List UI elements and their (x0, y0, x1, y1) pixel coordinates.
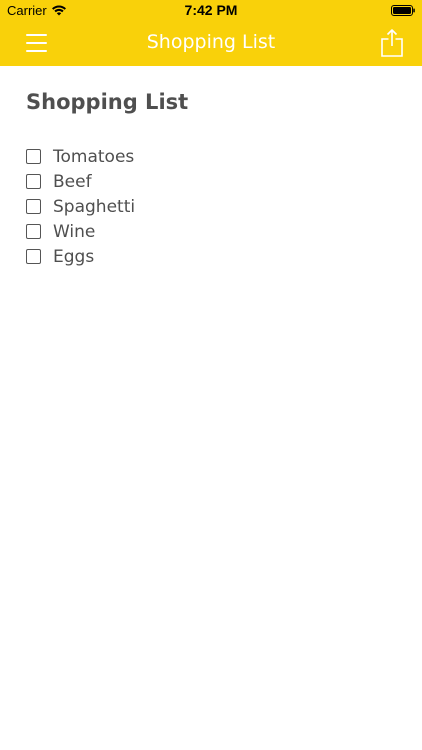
item-label: Beef (53, 171, 92, 192)
list-item[interactable]: Spaghetti (26, 194, 135, 219)
nav-title: Shopping List (146, 31, 276, 53)
status-bar: Carrier 7:42 PM (0, 0, 422, 22)
checkbox[interactable] (26, 224, 41, 239)
item-label: Wine (53, 221, 96, 242)
share-icon[interactable] (380, 28, 404, 58)
checkbox[interactable] (26, 199, 41, 214)
item-label: Eggs (53, 246, 95, 267)
checkbox[interactable] (26, 149, 41, 164)
status-time: 7:42 PM (184, 2, 238, 18)
list-item[interactable]: Wine (26, 219, 135, 244)
list-item[interactable]: Beef (26, 169, 135, 194)
item-label: Spaghetti (53, 196, 136, 217)
list-item[interactable]: Eggs (26, 244, 135, 269)
navigation-bar: Shopping List (0, 22, 422, 66)
item-label: Tomatoes (53, 146, 135, 167)
checkbox[interactable] (26, 174, 41, 189)
checkbox[interactable] (26, 249, 41, 264)
list-title: Shopping List (26, 90, 189, 114)
battery-icon (391, 5, 415, 16)
shopping-list: Tomatoes Beef Spaghetti Wine Eggs (26, 144, 135, 269)
list-item[interactable]: Tomatoes (26, 144, 135, 169)
list-content: Shopping List Tomatoes Beef Spaghetti Wi… (26, 88, 396, 267)
